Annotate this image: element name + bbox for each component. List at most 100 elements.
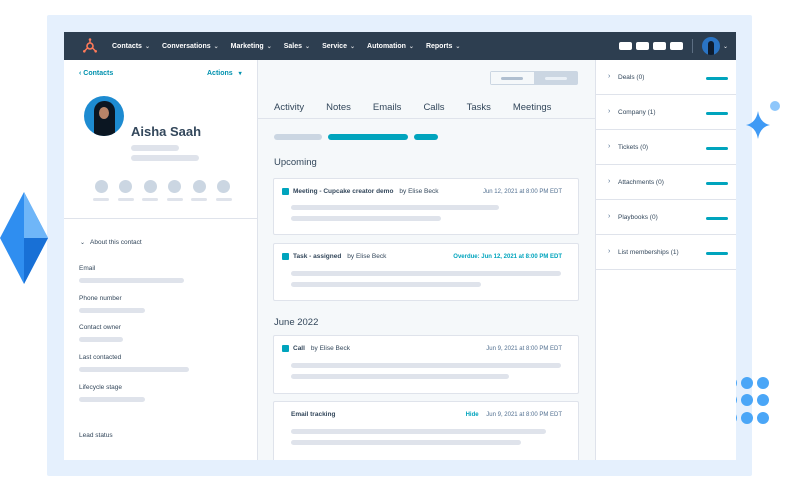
view-toggle-option[interactable] <box>534 72 577 84</box>
chevron-right-icon: › <box>608 108 611 115</box>
sparkle-decoration-icon <box>746 101 780 139</box>
card-title: Meeting - Cupcake creator demo <box>293 188 394 195</box>
sprocket-icon[interactable] <box>82 38 98 54</box>
quick-action-button[interactable] <box>117 180 134 201</box>
field-email-value[interactable] <box>79 278 184 283</box>
filter-chip[interactable] <box>414 134 438 140</box>
quick-action-button[interactable] <box>215 180 232 201</box>
chevron-down-icon: ⌄ <box>408 43 414 50</box>
nav-contacts[interactable]: Contacts ⌄ <box>112 43 150 50</box>
card-author: by Elise Beck <box>399 188 439 195</box>
tab-meetings[interactable]: Meetings <box>513 102 552 113</box>
field-owner-value[interactable] <box>79 337 123 342</box>
tab-notes[interactable]: Notes <box>326 102 351 113</box>
card-author: by Elise Beck <box>347 253 387 260</box>
chevron-left-icon: ‹ <box>79 70 82 77</box>
hide-link[interactable]: Hide <box>466 412 479 418</box>
associations-sidebar: › Deals (0) › Company (1) › Tickets (0) … <box>596 60 736 460</box>
nav-reports[interactable]: Reports ⌄ <box>426 43 460 50</box>
nav-label: Marketing <box>230 42 264 50</box>
quick-action-button[interactable] <box>93 180 109 201</box>
timeline-card-task[interactable]: Task - assigned by Elise Beck Overdue: J… <box>273 243 579 301</box>
sidebar-item-deals[interactable]: › Deals (0) <box>596 60 736 95</box>
contact-name: Aisha Saah <box>131 124 202 139</box>
placeholder-text-bar <box>291 205 499 210</box>
meeting-icon <box>282 188 289 195</box>
field-last-contacted-label: Last contacted <box>79 354 122 361</box>
back-to-contacts-link[interactable]: ‹ Contacts <box>79 70 113 77</box>
placeholder-add-bar[interactable] <box>706 147 728 150</box>
actions-label: Actions <box>207 70 233 77</box>
field-lead-status-label: Lead status <box>79 432 113 439</box>
placeholder-add-bar[interactable] <box>706 112 728 115</box>
placeholder-text-bar <box>291 282 481 287</box>
filter-chip[interactable] <box>274 134 322 140</box>
nav-utility-button[interactable] <box>652 42 666 50</box>
chevron-down-icon[interactable]: ⌄ <box>723 43 728 50</box>
call-icon <box>282 345 289 352</box>
sidebar-item-playbooks[interactable]: › Playbooks (0) <box>596 200 736 235</box>
account-avatar[interactable] <box>701 37 720 55</box>
diamond-decoration-icon <box>0 192 48 284</box>
back-link-label: Contacts <box>83 70 114 77</box>
timeline-card-meeting[interactable]: Meeting - Cupcake creator demo by Elise … <box>273 178 579 235</box>
sidebar-item-label: Company (1) <box>618 109 656 116</box>
field-lifecycle-value[interactable] <box>79 397 145 402</box>
nav-divider <box>691 39 693 53</box>
placeholder-add-bar[interactable] <box>706 217 728 220</box>
chevron-down-icon: ⌄ <box>144 43 150 50</box>
nav-utility-button[interactable] <box>618 42 632 50</box>
field-phone-value[interactable] <box>79 308 145 313</box>
tab-activity[interactable]: Activity <box>274 102 304 113</box>
chevron-down-icon: ⌄ <box>349 43 356 50</box>
tab-emails[interactable]: Emails <box>373 102 402 113</box>
sidebar-item-label: List memberships (1) <box>618 249 679 256</box>
nav-label: Service <box>322 42 347 50</box>
about-contact-toggle[interactable]: ⌄ About this contact <box>80 239 142 246</box>
tab-calls[interactable]: Calls <box>423 102 444 113</box>
quick-action-button[interactable] <box>142 180 158 201</box>
placeholder-add-bar[interactable] <box>706 182 728 185</box>
field-last-contacted-value[interactable] <box>79 367 189 372</box>
field-email-label: Email <box>79 265 96 272</box>
contact-avatar <box>84 96 124 136</box>
divider <box>64 218 258 219</box>
card-date: Overdue: Jun 12, 2021 at 8:00 PM EDT <box>453 254 562 260</box>
quick-actions-row <box>93 180 240 201</box>
nav-utility-button[interactable] <box>635 42 649 50</box>
card-date: Jun 12, 2021 at 8:00 PM EDT <box>482 189 562 195</box>
nav-service[interactable]: Service ⌄ <box>322 43 355 50</box>
chevron-down-icon: ⌄ <box>80 240 86 246</box>
sidebar-item-company[interactable]: › Company (1) <box>596 95 736 130</box>
sidebar-item-list-memberships[interactable]: › List memberships (1) <box>596 235 736 270</box>
chevron-down-icon: ▾ <box>238 71 242 77</box>
quick-action-button[interactable] <box>166 180 183 201</box>
tab-tasks[interactable]: Tasks <box>467 102 491 113</box>
placeholder-add-bar[interactable] <box>706 77 728 80</box>
filter-row <box>274 134 444 140</box>
nav-utility-button[interactable] <box>669 42 683 50</box>
timeline-card-call[interactable]: Call by Elise Beck Jun 9, 2021 at 8:00 P… <box>273 335 579 394</box>
sidebar-item-label: Attachments (0) <box>618 179 664 186</box>
quick-action-button[interactable] <box>191 180 207 201</box>
nav-conversations[interactable]: Conversations ⌄ <box>162 43 219 50</box>
sidebar-item-tickets[interactable]: › Tickets (0) <box>596 130 736 165</box>
view-toggle[interactable] <box>490 71 578 85</box>
timeline-card-email-tracking[interactable]: Email tracking Hide Jun 9, 2021 at 8:00 … <box>273 401 579 460</box>
nav-automation[interactable]: Automation ⌄ <box>367 43 414 50</box>
nav-label: Contacts <box>112 42 142 50</box>
sidebar-item-label: Playbooks (0) <box>618 214 658 221</box>
sidebar-item-label: Deals (0) <box>618 74 645 81</box>
nav-marketing[interactable]: Marketing ⌄ <box>231 43 272 50</box>
sidebar-item-attachments[interactable]: › Attachments (0) <box>596 165 736 200</box>
field-phone-label: Phone number <box>79 295 122 302</box>
chevron-down-icon: ⌄ <box>266 43 272 50</box>
actions-menu[interactable]: Actions ▾ <box>207 70 242 77</box>
view-toggle-option[interactable] <box>491 72 535 84</box>
placeholder-text-bar <box>291 429 546 434</box>
task-icon <box>282 253 289 260</box>
nav-sales[interactable]: Sales ⌄ <box>284 43 310 50</box>
about-label: About this contact <box>90 239 142 246</box>
filter-chip[interactable] <box>328 134 408 140</box>
placeholder-add-bar[interactable] <box>706 252 728 255</box>
